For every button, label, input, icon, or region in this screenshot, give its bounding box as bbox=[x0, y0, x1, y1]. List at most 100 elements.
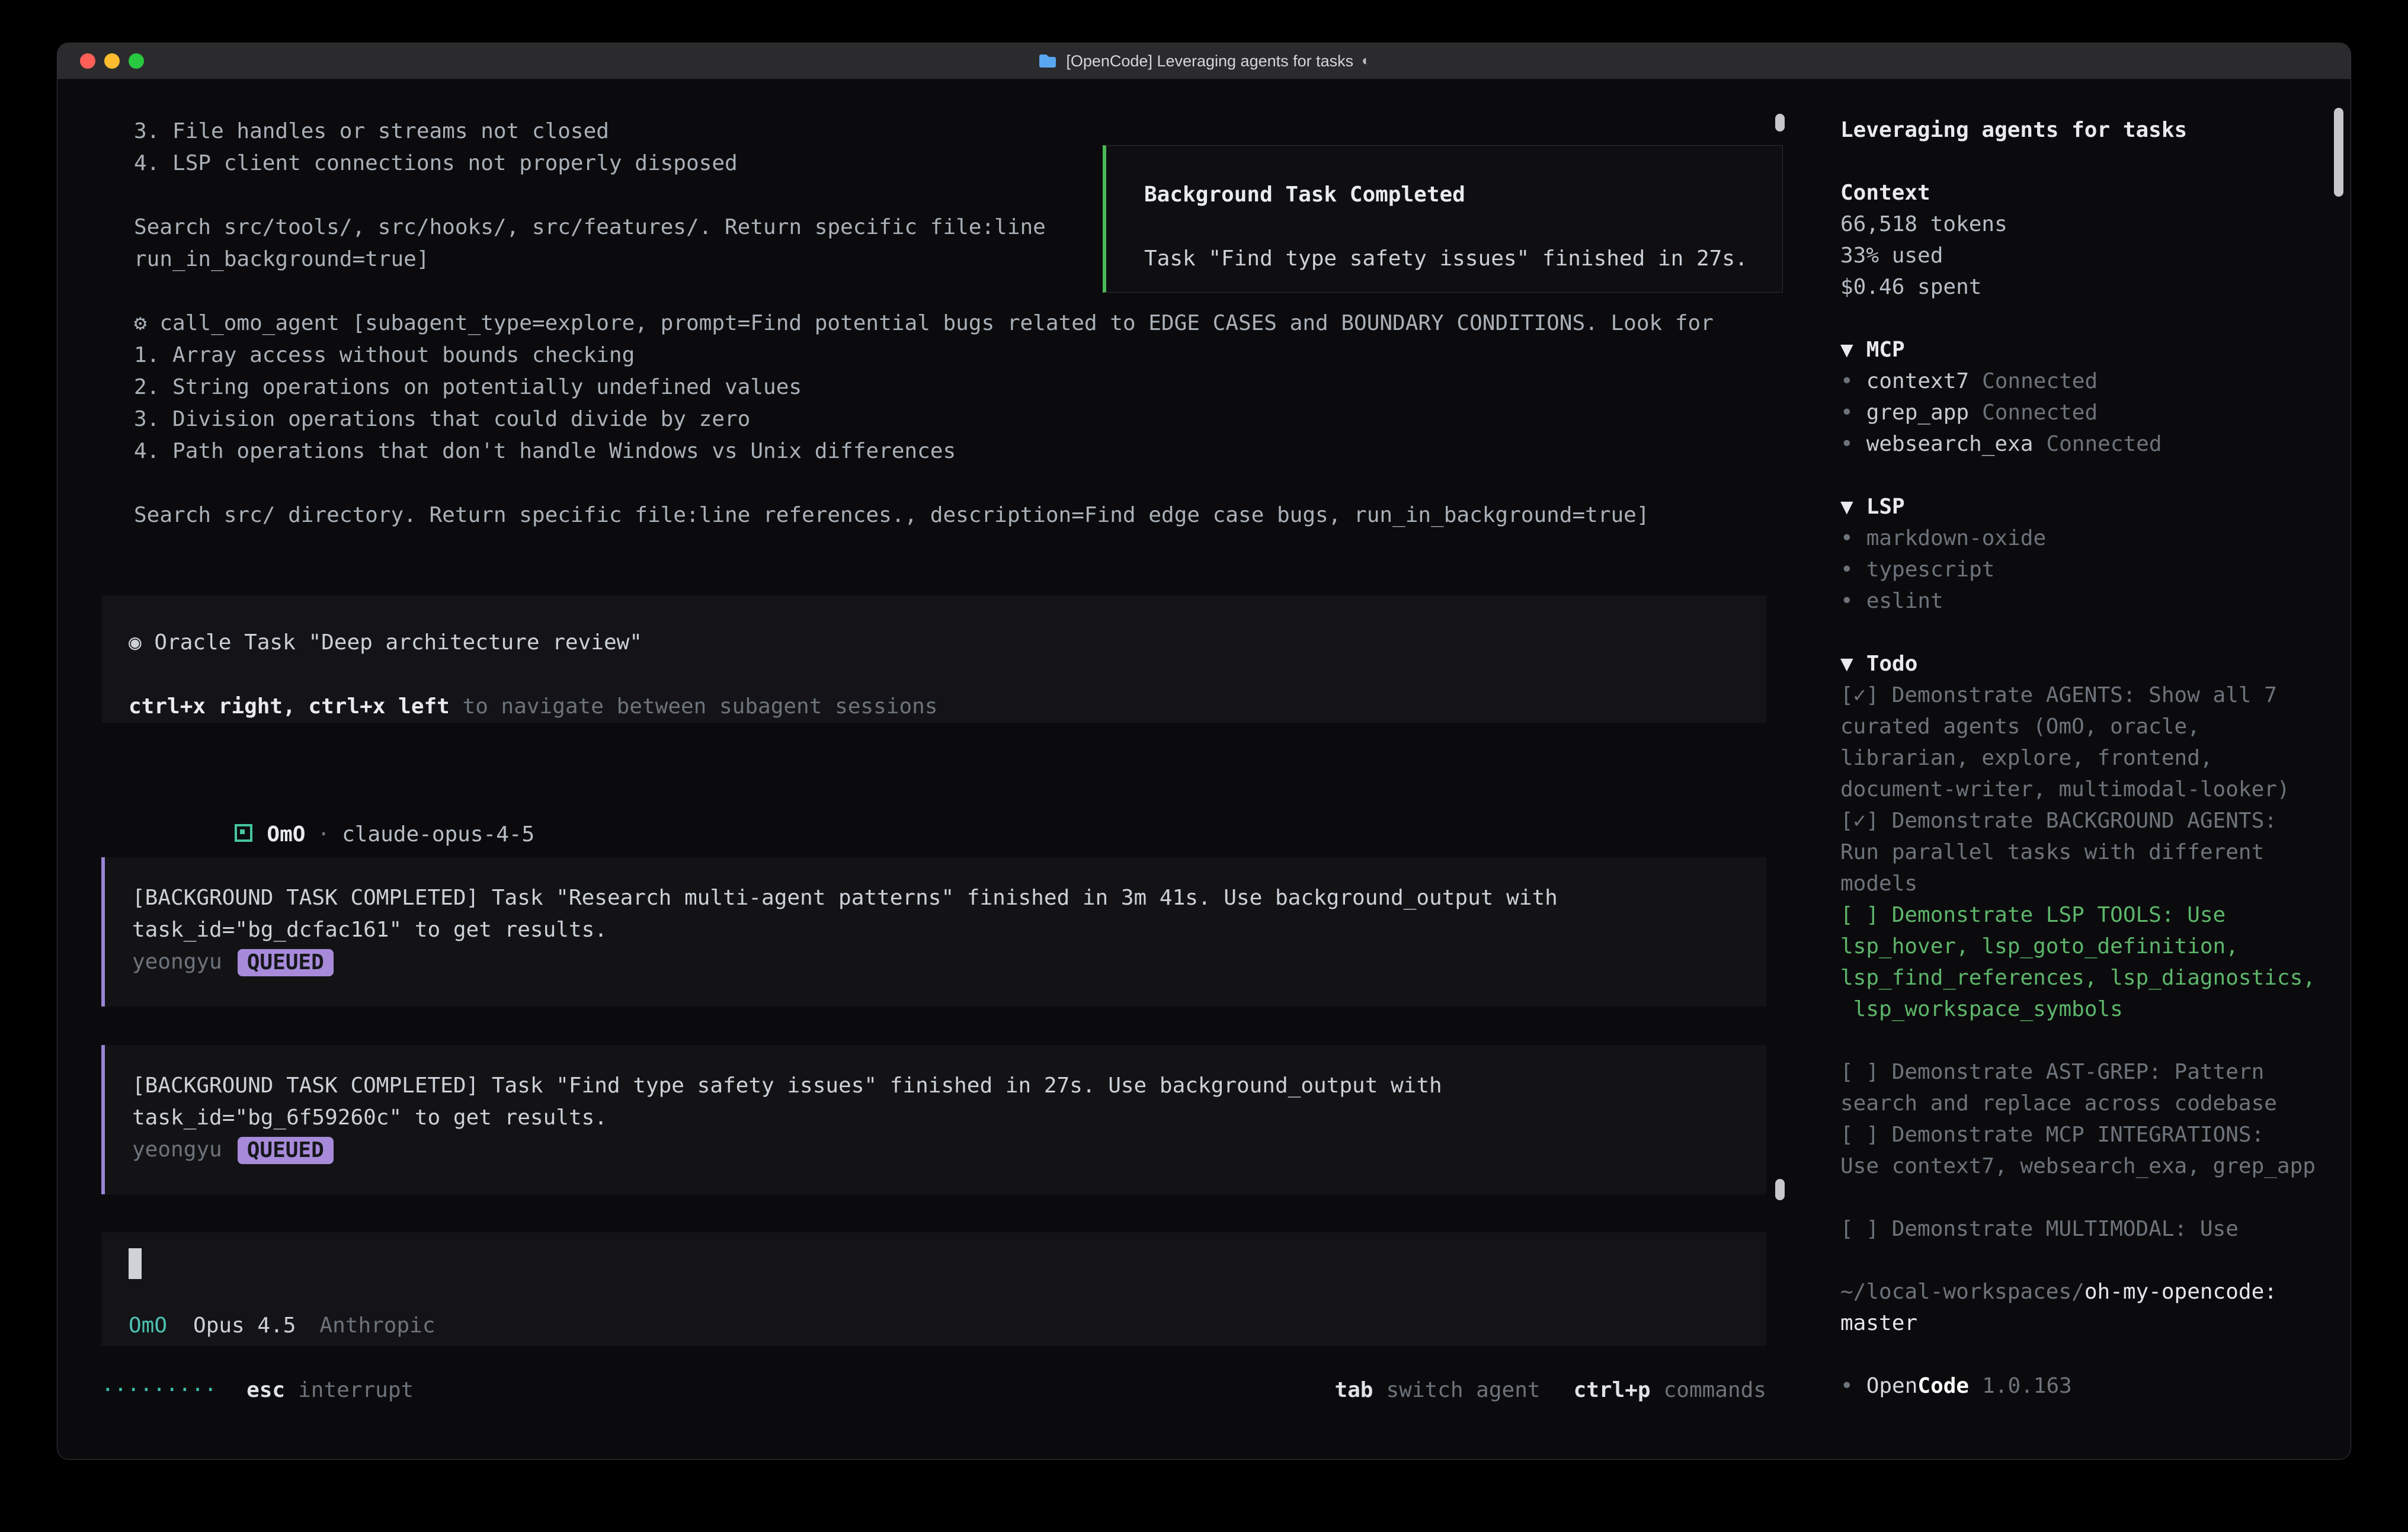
oracle-task-box: ◉ Oracle Task "Deep architecture review"… bbox=[101, 595, 1766, 723]
todo-text: Demonstrate MCP INTEGRATIONS: Use contex… bbox=[1840, 1123, 2316, 1178]
queued-badge: QUEUED bbox=[238, 949, 334, 976]
agent-header: OmO·claude-opus-4-5 bbox=[132, 787, 534, 819]
text-cursor bbox=[129, 1248, 142, 1279]
terminal-window: [OpenCode] Leveraging agents for tasks ◐… bbox=[57, 43, 2351, 1460]
bullet-icon: • bbox=[1840, 369, 1853, 393]
todo-item: [✓] Demonstrate BACKGROUND AGENTS: Run p… bbox=[1840, 805, 2333, 899]
input-agent: OmO bbox=[129, 1313, 167, 1338]
message-author: yeongyu bbox=[132, 1137, 222, 1162]
mcp-item: • context7 Connected bbox=[1840, 366, 2333, 397]
workspace-path-prefix: ~/local-workspaces/ bbox=[1840, 1280, 2084, 1304]
todo-item: [ ] Demonstrate MCP INTEGRATIONS: Use co… bbox=[1840, 1119, 2333, 1182]
conversation-pane: 3. File handles or streams not closed 4.… bbox=[57, 79, 1814, 1459]
lsp-item: • markdown-oxide bbox=[1840, 523, 2333, 554]
chevron-down-icon: ▼ bbox=[1840, 652, 1853, 676]
sidebar: Leveraging agents for tasks Context 66,5… bbox=[1814, 79, 2351, 1459]
commands-label: commands bbox=[1664, 1378, 1766, 1402]
app-name-code: Code bbox=[1917, 1374, 1969, 1398]
mcp-item: • grep_app Connected bbox=[1840, 397, 2333, 428]
log-line: Search src/ directory. Return specific f… bbox=[134, 499, 1714, 531]
window-title: [OpenCode] Leveraging agents for tasks ◐ bbox=[1038, 52, 1370, 70]
context-heading: Context bbox=[1840, 177, 2333, 209]
scrollbar-thumb-bottom[interactable] bbox=[1775, 1179, 1785, 1200]
zoom-button[interactable] bbox=[129, 53, 144, 69]
sidebar-scrollbar-thumb[interactable] bbox=[2334, 108, 2343, 197]
app-version: 1.0.163 bbox=[1982, 1374, 2072, 1398]
tool-call-text: call_omo_agent [subagent_type=explore, p… bbox=[159, 311, 1714, 335]
bullet-icon: • bbox=[1840, 526, 1853, 550]
toast-body: Task "Find type safety issues" finished … bbox=[1144, 243, 1782, 275]
shortcut-keys: ctrl+x right, ctrl+x left bbox=[129, 694, 450, 719]
checkbox-empty-icon: [ ] bbox=[1840, 903, 1892, 927]
message-meta: yeongyu QUEUED bbox=[132, 1134, 1739, 1166]
mcp-name: grep_app bbox=[1866, 400, 1969, 425]
context-used: 33% used bbox=[1840, 240, 2333, 271]
todo-item: [✓] Demonstrate AGENTS: Show all 7 curat… bbox=[1840, 680, 2333, 805]
todo-text: Demonstrate MULTIMODAL: Use bbox=[1892, 1217, 2239, 1241]
chevron-down-icon: ▼ bbox=[1840, 338, 1853, 362]
oracle-task-title: ◉ Oracle Task "Deep architecture review" bbox=[129, 627, 1739, 659]
todo-item: [ ] Demonstrate AST-GREP: Pattern search… bbox=[1840, 1056, 2333, 1119]
lsp-name: markdown-oxide bbox=[1866, 526, 2046, 550]
traffic-lights bbox=[80, 43, 144, 79]
oracle-icon: ◉ bbox=[129, 630, 154, 655]
context-spent: $0.46 spent bbox=[1840, 271, 2333, 303]
blank-line bbox=[129, 659, 1739, 691]
scrollbar-thumb-top[interactable] bbox=[1775, 114, 1785, 132]
input-provider: Anthropic bbox=[319, 1313, 435, 1338]
mcp-status: Connected bbox=[1982, 369, 2098, 393]
todo-heading-label: Todo bbox=[1866, 652, 1918, 676]
switch-agent-label: switch agent bbox=[1386, 1378, 1540, 1402]
branch-name: master bbox=[1840, 1307, 2333, 1339]
ctrl-p-key: ctrl+p bbox=[1574, 1378, 1651, 1402]
todo-text: Demonstrate AGENTS: Show all 7 curated a… bbox=[1840, 683, 2290, 802]
bullet-icon: • bbox=[1840, 432, 1853, 456]
shortcut-hint: ctrl+x right, ctrl+x left to navigate be… bbox=[129, 691, 1739, 723]
todo-item: [ ] Demonstrate MULTIMODAL: Use bbox=[1840, 1213, 2333, 1245]
close-button[interactable] bbox=[80, 53, 95, 69]
checkbox-empty-icon: [ ] bbox=[1840, 1217, 1892, 1241]
sidebar-session-title: Leveraging agents for tasks bbox=[1840, 114, 2333, 146]
mcp-name: context7 bbox=[1866, 369, 1969, 393]
lsp-item: •typescript bbox=[1840, 554, 2333, 585]
todo-section-heading[interactable]: ▼ Todo bbox=[1840, 648, 2333, 680]
bullet-icon: • bbox=[1840, 400, 1853, 425]
oracle-title-text: Oracle Task "Deep architecture review" bbox=[154, 630, 642, 655]
log-line: 1. Array access without bounds checking bbox=[134, 339, 1714, 371]
bullet-icon: • bbox=[1840, 557, 1853, 582]
app-name-open: Open bbox=[1866, 1374, 1918, 1398]
queued-badge: QUEUED bbox=[238, 1137, 334, 1164]
input-meta: OmOOpus 4.5Anthropic bbox=[129, 1310, 1739, 1342]
interrupt-label: interrupt bbox=[298, 1378, 414, 1402]
checkbox-empty-icon: [ ] bbox=[1840, 1060, 1892, 1084]
lsp-heading-label: LSP bbox=[1866, 495, 1905, 519]
message-author: yeongyu bbox=[132, 950, 222, 974]
workspace-name: oh-my-opencode: bbox=[2084, 1280, 2277, 1304]
mcp-heading-label: MCP bbox=[1866, 338, 1905, 362]
minimize-button[interactable] bbox=[104, 53, 120, 69]
lsp-name: eslint bbox=[1866, 589, 1943, 613]
todo-text: Demonstrate LSP TOOLS: Use lsp_hover, ls… bbox=[1840, 903, 2316, 1021]
titlebar: [OpenCode] Leveraging agents for tasks ◐ bbox=[57, 43, 2351, 79]
lsp-section-heading[interactable]: ▼LSP bbox=[1840, 491, 2333, 523]
log-line: 3. Division operations that could divide… bbox=[134, 403, 1714, 435]
checkbox-checked-icon: [✓] bbox=[1840, 809, 1892, 833]
message-block: [BACKGROUND TASK COMPLETED] Task "Find t… bbox=[101, 1045, 1766, 1194]
tab-key: tab bbox=[1334, 1378, 1373, 1402]
mcp-status: Connected bbox=[1982, 400, 2098, 425]
shortcut-hint-text: to navigate between subagent sessions bbox=[450, 694, 938, 719]
bullet-icon: • bbox=[1840, 589, 1853, 613]
prompt-input[interactable]: OmOOpus 4.5Anthropic bbox=[101, 1232, 1766, 1346]
mcp-section-heading[interactable]: ▼ MCP bbox=[1840, 334, 2333, 366]
message-block: [BACKGROUND TASK COMPLETED] Task "Resear… bbox=[101, 857, 1766, 1007]
status-left: ·········escinterrupt bbox=[101, 1374, 414, 1406]
message-text: [BACKGROUND TASK COMPLETED] Task "Find t… bbox=[132, 1070, 1739, 1134]
todo-text: Demonstrate AST-GREP: Pattern search and… bbox=[1840, 1060, 2277, 1116]
esc-key: esc bbox=[246, 1378, 285, 1402]
window-title-text: [OpenCode] Leveraging agents for tasks bbox=[1066, 52, 1353, 70]
workspace-path: ~/local-workspaces/oh-my-opencode: bbox=[1840, 1276, 2333, 1307]
toast-title: Background Task Completed bbox=[1144, 179, 1782, 211]
loading-icon: ◐ bbox=[1362, 53, 1370, 69]
log-line-tool-call: ⚙ call_omo_agent [subagent_type=explore,… bbox=[134, 307, 1714, 339]
todo-text: Demonstrate BACKGROUND AGENTS: Run paral… bbox=[1840, 809, 2277, 896]
